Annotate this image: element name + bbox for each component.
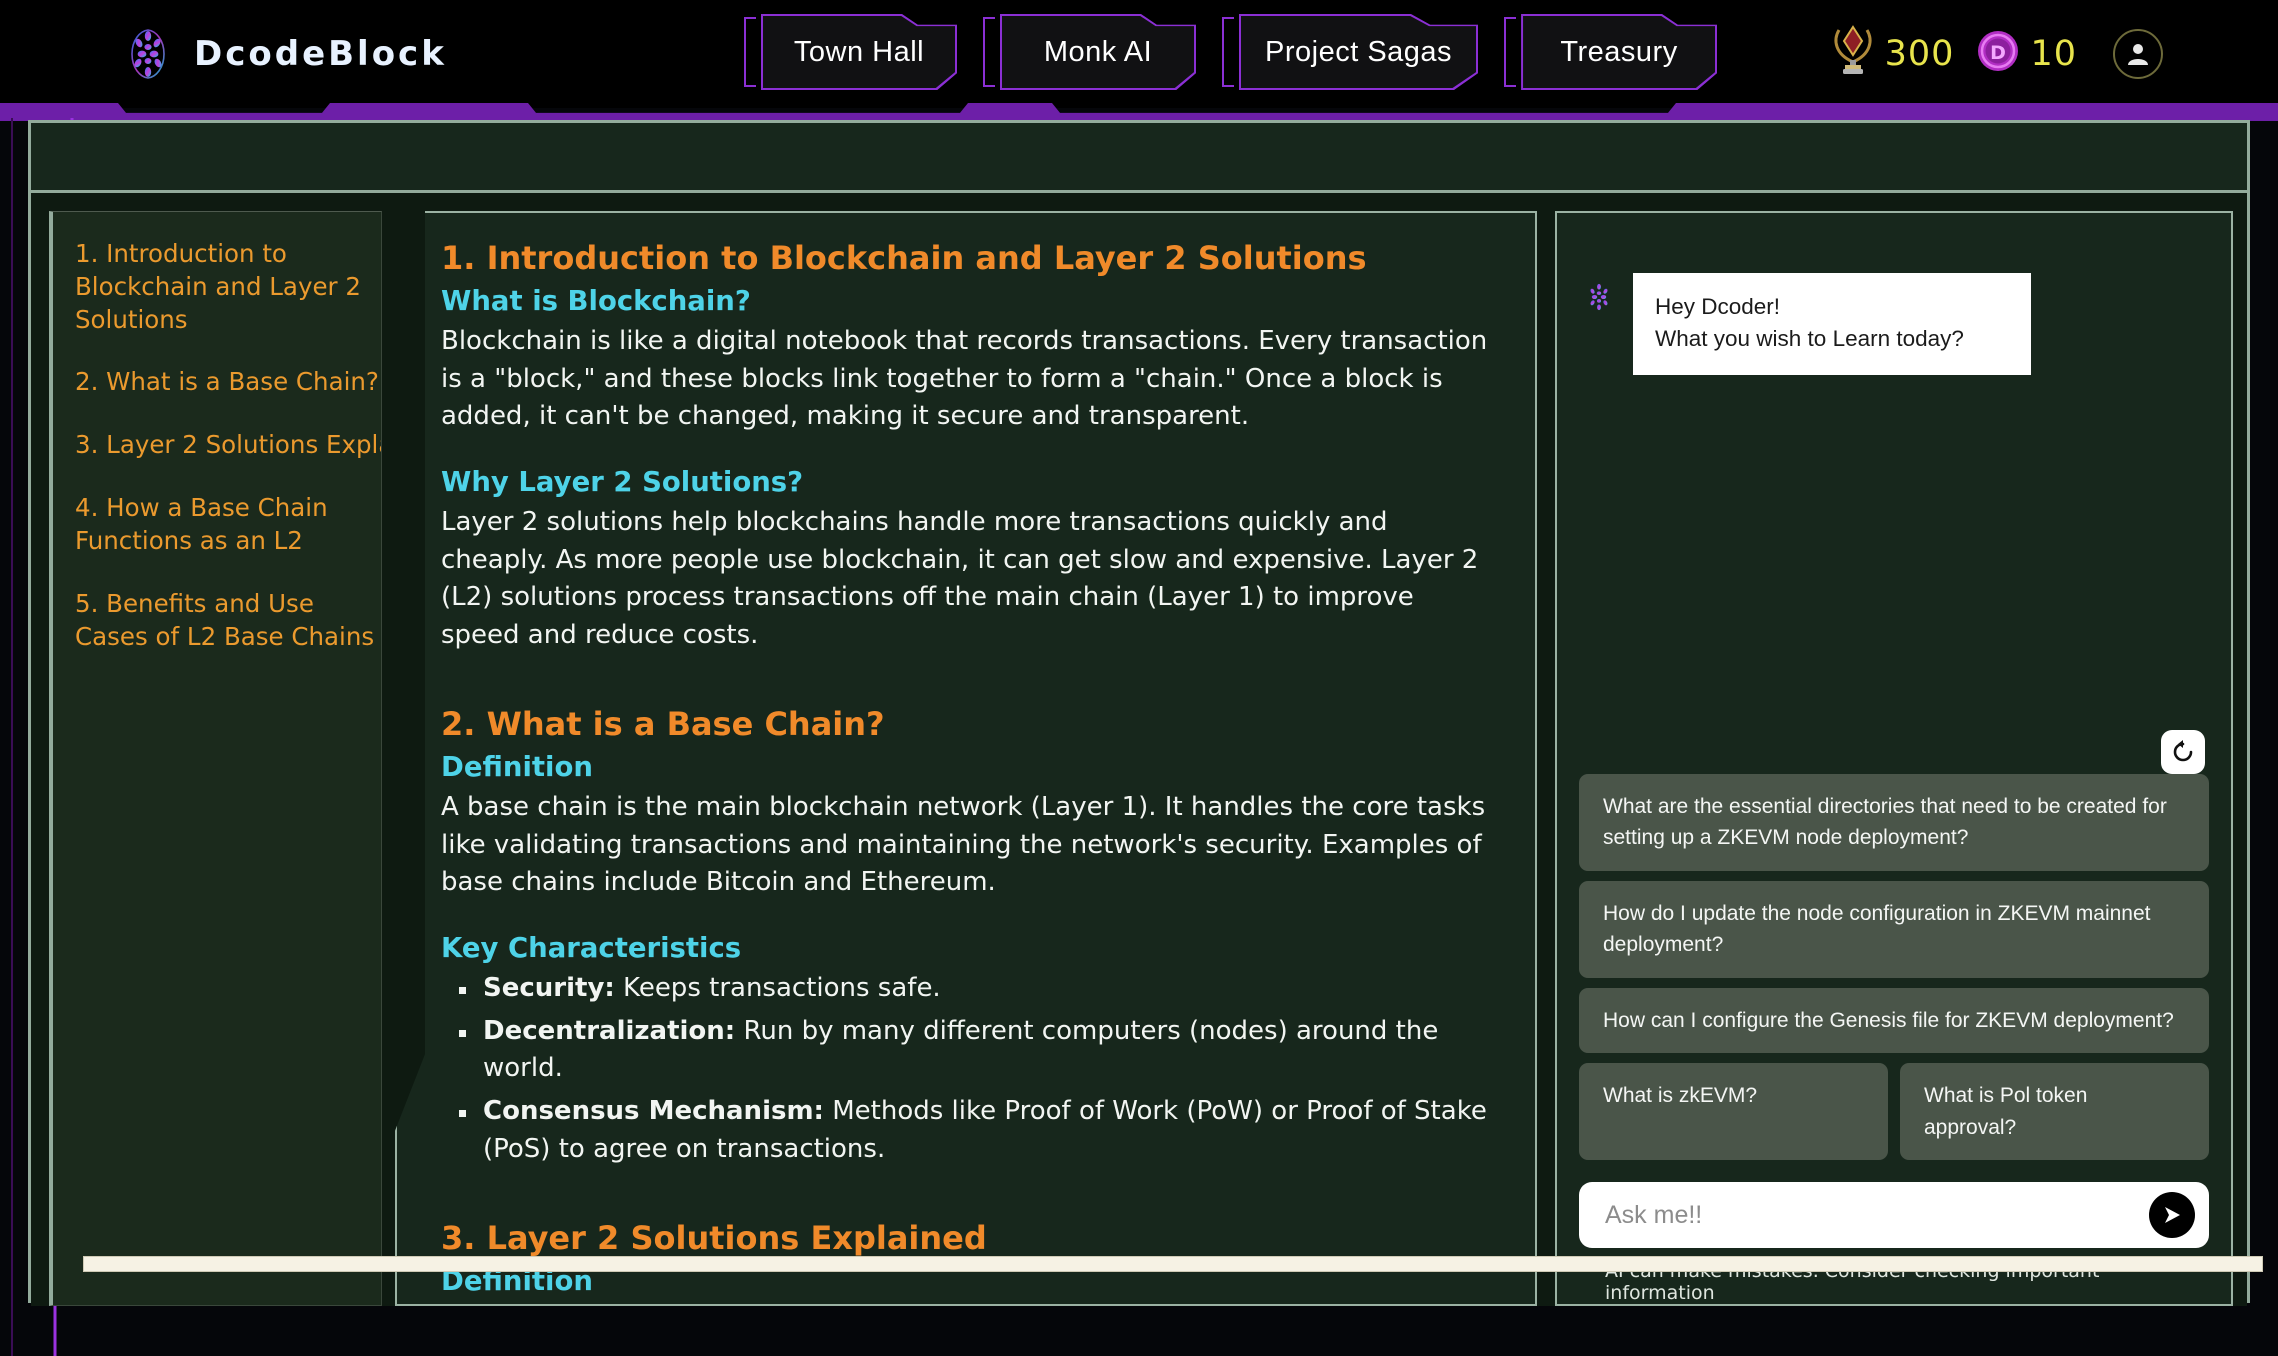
- nav-label-monk-ai: Monk AI: [1043, 35, 1153, 68]
- trophy-icon: [1831, 24, 1875, 83]
- list-item-text: Keeps transactions safe.: [614, 972, 941, 1003]
- suggestion-chip-2[interactable]: How do I update the node configuration i…: [1579, 880, 2209, 978]
- nav-label-project-sagas: Project Sagas: [1265, 35, 1453, 68]
- main-nav: Town Hall Monk AI Project Sagas Treasury: [744, 10, 1718, 94]
- article-section2-heading2: Key Characteristics: [441, 931, 742, 964]
- brand[interactable]: DcodeBlock: [120, 26, 447, 82]
- refresh-icon[interactable]: [2161, 729, 2205, 774]
- chat-suggestions: What are the essential directories that …: [1557, 773, 2231, 1171]
- article-section1-heading1: What is Blockchain?: [441, 285, 751, 317]
- suggestion-chip-5[interactable]: What is Pol token approval?: [1900, 1063, 2209, 1160]
- sidebar-item-3[interactable]: 3. Layer 2 Solutions Explained: [75, 429, 381, 462]
- stage-top-strip: [31, 123, 2247, 193]
- article-section3-title: 3. Layer 2 Solutions Explained: [441, 1219, 987, 1258]
- chat-message-bot: Hey Dcoder! What you wish to Learn today…: [1581, 273, 2207, 375]
- stat-dcoin[interactable]: D 10: [1976, 29, 2077, 78]
- article-panel: 1. Introduction to Blockchain and Layer …: [395, 211, 1537, 1306]
- article-section1-para2: Layer 2 solutions help blockchains handl…: [441, 507, 1479, 651]
- suggestion-chip-4[interactable]: What is zkEVM?: [1579, 1063, 1888, 1160]
- nav-button-project-sagas[interactable]: Project Sagas: [1239, 14, 1479, 90]
- article-section1-title: 1. Introduction to Blockchain and Layer …: [441, 239, 1367, 277]
- nav-item-monk-ai[interactable]: Monk AI: [983, 10, 1196, 94]
- chat-input[interactable]: [1605, 1200, 2149, 1230]
- list-item: Security: Keeps transactions safe.: [455, 970, 1497, 1008]
- sidebar-item-5[interactable]: 5. Benefits and Use Cases of L2 Base Cha…: [75, 588, 381, 654]
- sidebar-item-2[interactable]: 2. What is a Base Chain?: [75, 366, 381, 399]
- article-section2-title: 2. What is a Base Chain?: [441, 704, 885, 743]
- sidebar-item-4[interactable]: 4. How a Base Chain Functions as an L2: [75, 492, 381, 558]
- list-item-term: Decentralization:: [483, 1015, 736, 1046]
- dcoin-value: 10: [2030, 33, 2077, 74]
- article-wrap: 1. Introduction to Blockchain and Layer …: [382, 211, 1537, 1306]
- chat-input-bar[interactable]: [1579, 1182, 2209, 1248]
- chat-panel: Hey Dcoder! What you wish to Learn today…: [1555, 211, 2233, 1306]
- suggestion-chip-1[interactable]: What are the essential directories that …: [1579, 773, 2209, 871]
- nav-bracket-decor: [744, 17, 756, 87]
- app-root: DcodeBlock Town Hall Monk AI Project Sag…: [0, 0, 2278, 1356]
- greeting-line-2: What you wish to Learn today?: [1655, 325, 1964, 351]
- stage-panels: 1. Introduction to Blockchain and Layer …: [31, 193, 2247, 1306]
- sidebar-item-1[interactable]: 1. Introduction to Blockchain and Layer …: [75, 238, 381, 336]
- nav-bracket-decor: [983, 17, 995, 87]
- user-avatar-icon[interactable]: [2113, 28, 2163, 79]
- list-item-term: Consensus Mechanism:: [483, 1095, 824, 1126]
- nav-item-project-sagas[interactable]: Project Sagas: [1222, 10, 1479, 94]
- svg-text:D: D: [1991, 42, 2007, 64]
- horizontal-scrollbar[interactable]: [83, 1256, 2263, 1272]
- nav-button-monk-ai[interactable]: Monk AI: [1000, 14, 1196, 90]
- nav-button-treasury[interactable]: Treasury: [1521, 14, 1718, 90]
- suggestion-chip-3[interactable]: How can I configure the Genesis file for…: [1579, 987, 2209, 1053]
- article-section2-para1: A base chain is the main blockchain netw…: [441, 791, 1486, 898]
- content-stage: 1. Introduction to Blockchain and Layer …: [28, 120, 2263, 1306]
- chat-composer: AI can make mistakes. Consider checking …: [1557, 1170, 2231, 1304]
- nav-label-town-hall: Town Hall: [793, 35, 925, 68]
- chat-message-list: Hey Dcoder! What you wish to Learn today…: [1557, 213, 2231, 774]
- list-item-term: Security:: [483, 972, 615, 1003]
- dcodeblock-bot-icon: [1581, 279, 1617, 315]
- article-section1-para1: Blockchain is like a digital notebook th…: [441, 326, 1488, 432]
- brand-name: DcodeBlock: [194, 34, 447, 74]
- list-item: Decentralization: Run by many different …: [455, 1013, 1497, 1088]
- article-section2-heading1: Definition: [441, 750, 593, 783]
- nav-bracket-decor: [1504, 17, 1517, 87]
- greeting-line-1: Hey Dcoder!: [1655, 294, 1781, 319]
- dcodeblock-logo-icon: [120, 26, 176, 82]
- nav-label-treasury: Treasury: [1560, 35, 1678, 68]
- nav-button-town-hall[interactable]: Town Hall: [761, 14, 957, 90]
- nav-item-treasury[interactable]: Treasury: [1504, 10, 1718, 94]
- stat-trophy[interactable]: 300: [1831, 24, 1955, 83]
- nav-item-town-hall[interactable]: Town Hall: [744, 10, 957, 94]
- chat-bubble-greeting: Hey Dcoder! What you wish to Learn today…: [1633, 273, 2031, 375]
- nav-bracket-decor: [1222, 17, 1234, 87]
- send-arrow-icon[interactable]: [2149, 1192, 2195, 1238]
- article-section3-para1: Layer 2 solutions are built on top of th…: [441, 1303, 1497, 1304]
- trophy-value: 300: [1884, 33, 1955, 74]
- dcoin-icon: D: [1976, 29, 2020, 78]
- suggestion-chip-row: What is zkEVM? What is Pol token approva…: [1579, 1063, 2209, 1170]
- header-stats: 300 D 10: [1831, 24, 2163, 83]
- key-characteristics-list: Security: Keeps transactions safe. Decen…: [455, 970, 1497, 1168]
- list-item: Consensus Mechanism: Methods like Proof …: [455, 1093, 1497, 1168]
- app-header: DcodeBlock Town Hall Monk AI Project Sag…: [0, 0, 2278, 108]
- article-section1-heading2: Why Layer 2 Solutions?: [441, 466, 804, 499]
- toc-sidebar: 1. Introduction to Blockchain and Layer …: [49, 211, 382, 1306]
